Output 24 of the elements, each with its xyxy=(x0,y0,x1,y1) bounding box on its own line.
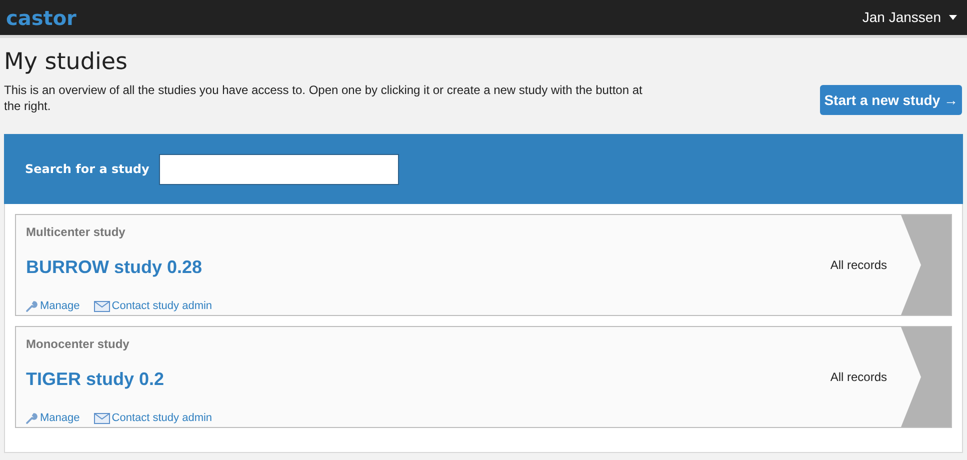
wrench-icon xyxy=(26,412,38,424)
study-name[interactable]: TIGER study 0.2 xyxy=(26,366,820,393)
caret-icon xyxy=(949,15,957,20)
study-name[interactable]: BURROW study 0.28 xyxy=(26,254,820,281)
logo[interactable]: castor xyxy=(6,2,76,32)
page-title: My studies xyxy=(4,48,128,77)
envelope-icon xyxy=(94,300,110,312)
contact-admin-link[interactable]: Contact study admin xyxy=(94,298,212,314)
records-label: All records xyxy=(830,257,887,274)
search-label: Search for a study xyxy=(25,161,150,178)
wrench-icon xyxy=(26,300,38,312)
study-type: Monocenter study xyxy=(26,336,130,353)
study-card[interactable]: Monocenter study TIGER study 0.2 Manage Contact study admin All records xyxy=(15,326,952,428)
contact-admin-link[interactable]: Contact study admin xyxy=(94,410,212,426)
records-label: All records xyxy=(830,369,887,386)
manage-link[interactable]: Manage xyxy=(26,410,80,426)
intro-text: This is an overview of all the studies you have access to. Open one by clicking it or create a new study with the button at the right. xyxy=(4,82,644,114)
user-menu[interactable]: Jan Janssen xyxy=(862,7,961,28)
search-field[interactable] xyxy=(159,154,400,184)
manage-link[interactable]: Manage xyxy=(26,298,80,314)
study-type: Multicenter study xyxy=(26,224,126,241)
new-study-button[interactable]: Start a new study → xyxy=(820,85,962,115)
envelope-icon xyxy=(94,412,110,424)
study-card[interactable]: Multicenter study BURROW study 0.28 Manage Contact study admin All records xyxy=(15,214,952,316)
